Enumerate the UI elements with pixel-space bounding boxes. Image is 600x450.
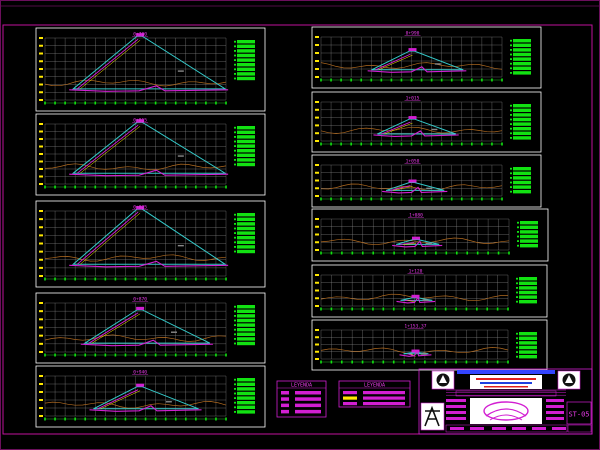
dam-cross-section [382, 179, 448, 194]
dam-cross-section [80, 306, 213, 347]
elevation-axis-marks [315, 218, 319, 251]
dam-cross-section [367, 48, 467, 73]
section-data-table [234, 126, 255, 167]
panel-border [311, 319, 548, 371]
section-data-table [510, 39, 531, 75]
section-panel[interactable]: 1+050 [311, 154, 542, 208]
panel-border [35, 365, 266, 428]
section-data-table [517, 221, 538, 248]
section-data-table [510, 167, 531, 194]
elevation-axis-marks [315, 36, 319, 78]
section-grid [320, 36, 503, 82]
section-data-table [234, 213, 255, 254]
dam-cross-section [396, 294, 436, 304]
section-panel[interactable]: 0+700 [35, 27, 266, 112]
cad-drawing-sheet: 0+700 0+815 0+825 0+870 0+940 0+990 1+015 1+050… [0, 0, 600, 450]
section-grid [320, 329, 509, 364]
section-data-table [516, 332, 537, 359]
title-block-bottom-strip [445, 424, 592, 433]
section-grid [320, 274, 509, 311]
panel-border [35, 200, 266, 288]
elevation-axis-marks [39, 375, 43, 417]
section-panel[interactable]: 0+940 [35, 365, 266, 428]
elevation-axis-marks [315, 164, 319, 197]
section-data-table [234, 40, 255, 81]
elevation-axis-marks [39, 302, 43, 353]
elevation-axis-marks [39, 210, 43, 277]
section-panel[interactable]: 1+120 [311, 264, 548, 318]
section-data-table [510, 104, 531, 140]
legend-2-title: LEYENDA [364, 383, 385, 389]
section-panel[interactable]: 1+015 [311, 91, 542, 153]
section-panel[interactable]: 0+990 [311, 26, 542, 89]
elevation-axis-marks [39, 37, 43, 101]
section-panel[interactable]: 1+080 [311, 208, 549, 262]
panel-border [311, 26, 542, 89]
section-data-table [516, 277, 537, 304]
section-panel[interactable]: 1+153.37 [311, 319, 548, 371]
section-grid [320, 101, 503, 146]
section-panel[interactable]: 0+870 [35, 292, 266, 364]
section-grid [44, 37, 227, 105]
legend-1-rows [281, 391, 321, 414]
drawing-canvas: 0+7000+8150+8250+8700+940 0+9901+0151+050… [0, 0, 600, 450]
legend-2-rows [343, 391, 405, 406]
elevation-axis-marks [39, 123, 43, 185]
section-panel[interactable]: 0+815 [35, 113, 266, 196]
elevation-axis-marks [315, 101, 319, 142]
elevation-axis-marks [315, 329, 319, 360]
dam-cross-section [69, 206, 229, 268]
panel-border [35, 292, 266, 364]
elevation-axis-marks [315, 274, 319, 307]
section-data-table [234, 305, 255, 346]
panel-border [35, 113, 266, 196]
panel-border [311, 91, 542, 153]
section-grid [44, 375, 227, 421]
section-panel[interactable]: 0+825 [35, 200, 266, 288]
section-panels: 0+7000+8150+8250+8700+940 0+9901+0151+050… [35, 26, 549, 428]
legend-box-2[interactable]: LEYENDA [338, 380, 411, 408]
title-block[interactable]: ST-05 [418, 368, 593, 435]
company-logo [420, 402, 445, 431]
section-grid [44, 210, 227, 281]
dam-cross-section [373, 116, 459, 138]
section-grid [44, 123, 227, 189]
header-band-blue [457, 370, 555, 374]
panel-border [35, 27, 266, 112]
section-data-table [234, 378, 255, 414]
legend-box-1[interactable]: LEYENDA [276, 380, 327, 418]
sheet-number: ST-05 [568, 411, 589, 419]
legend-1-title: LEYENDA [291, 383, 312, 389]
